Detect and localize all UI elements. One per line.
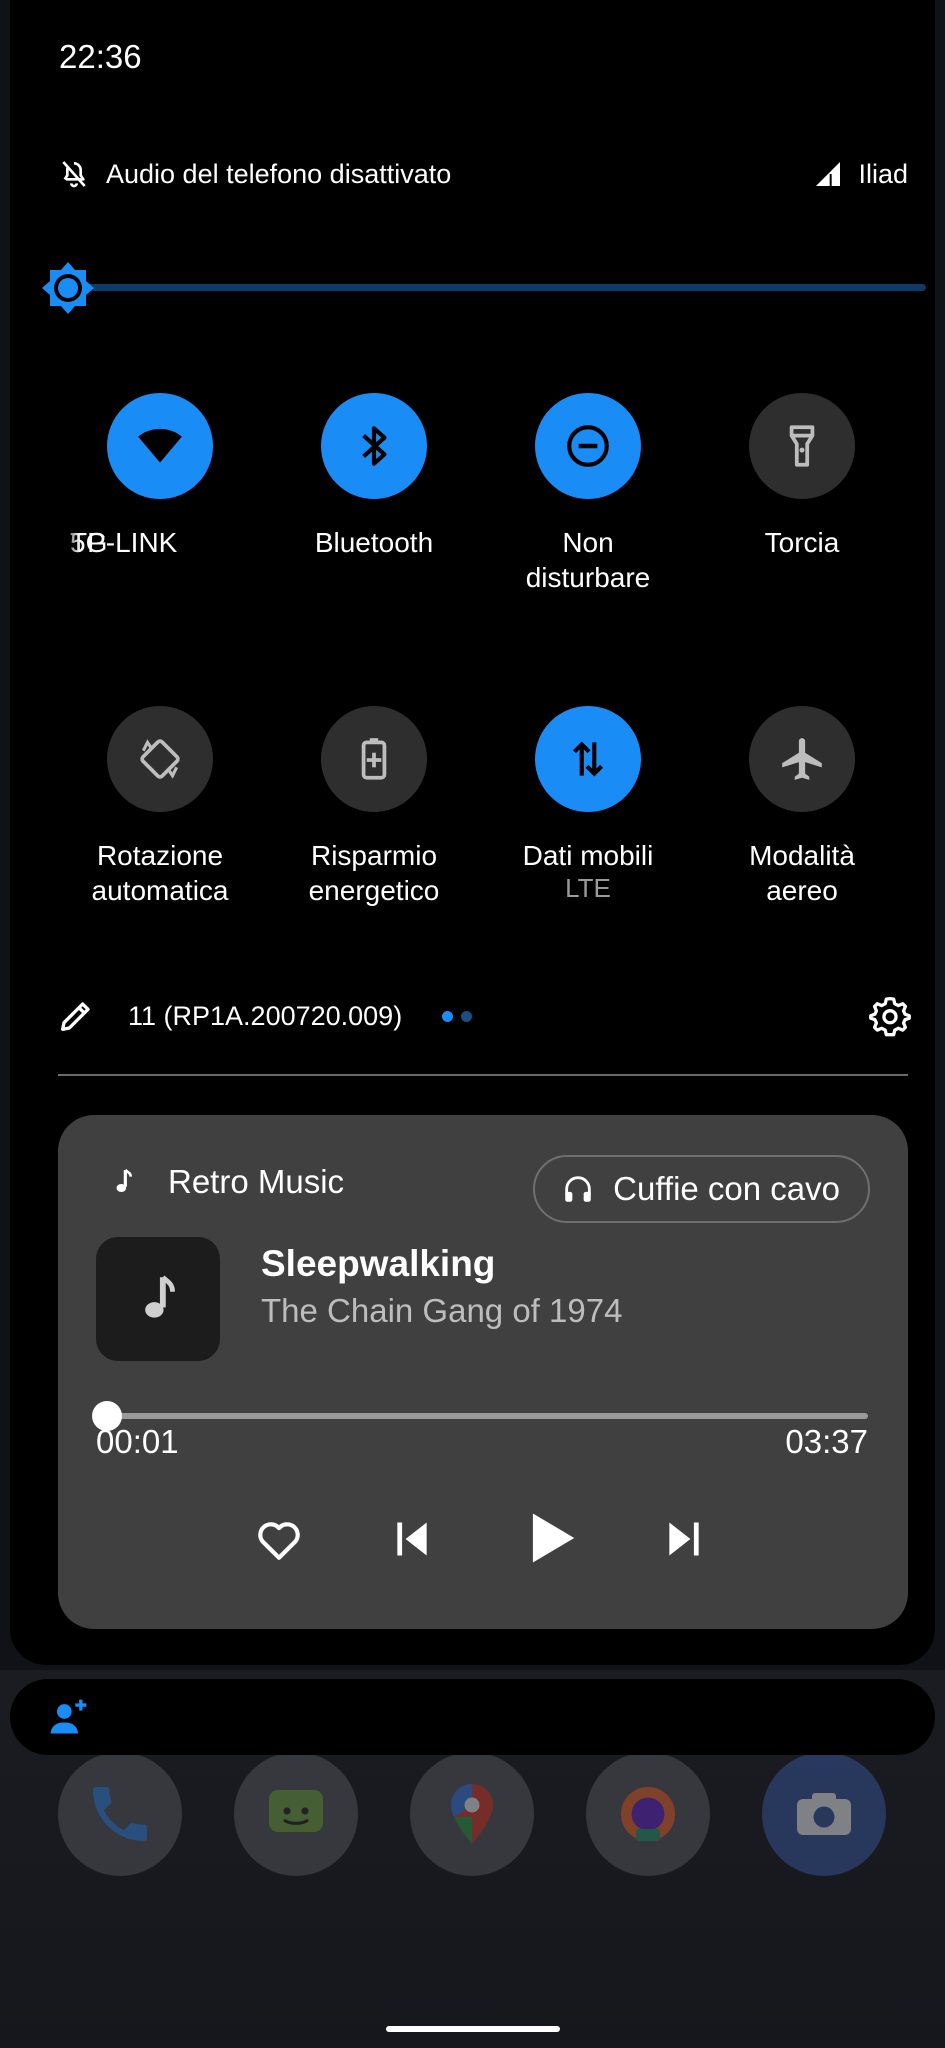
- tile-wifi-button[interactable]: [107, 393, 213, 499]
- tile-bluetooth-button[interactable]: [321, 393, 427, 499]
- add-user-icon[interactable]: [46, 1695, 90, 1739]
- build-number[interactable]: 11 (RP1A.200720.009): [128, 1001, 402, 1032]
- quick-settings-footer: 11 (RP1A.200720.009): [56, 990, 912, 1042]
- tile-auto-rotate[interactable]: Rotazione automatica: [60, 706, 260, 908]
- page-indicator: [442, 1010, 473, 1022]
- album-art: [96, 1237, 220, 1361]
- play-icon: [532, 1513, 575, 1563]
- ringer-status[interactable]: Audio del telefono disattivato: [58, 158, 451, 190]
- total-duration: 03:37: [785, 1423, 868, 1460]
- status-bar-time: 22:36: [59, 38, 142, 75]
- tile-auto-rotate-button[interactable]: [107, 706, 213, 812]
- carrier-indicator: Iliad: [812, 158, 908, 190]
- media-app-name: Retro Music: [168, 1163, 345, 1200]
- tile-mobile-data-label: Dati mobili: [522, 840, 654, 871]
- seekbar-track[interactable]: [100, 1413, 868, 1419]
- messages-app-icon[interactable]: [234, 1752, 358, 1876]
- media-output-chip[interactable]: Cuffie con cavo: [533, 1155, 870, 1223]
- media-output-label: Cuffie con cavo: [613, 1170, 840, 1207]
- next-button[interactable]: [662, 1517, 706, 1561]
- ringer-status-text: Audio del telefono disattivato: [106, 158, 452, 189]
- battery-saver-icon: [361, 738, 387, 780]
- flashlight-icon: [789, 425, 815, 467]
- song-title: Sleepwalking: [261, 1243, 496, 1284]
- maps-app-icon[interactable]: [410, 1752, 534, 1876]
- previous-button[interactable]: [390, 1517, 434, 1561]
- tile-do-not-disturb-button[interactable]: [535, 393, 641, 499]
- tile-wifi-label: 5G TP-LINK: [60, 525, 260, 560]
- camera-app-icon[interactable]: [762, 1752, 886, 1876]
- page-dot: [461, 1010, 473, 1022]
- music-note-icon: [116, 1169, 132, 1192]
- notification-footer-bar: [10, 1679, 935, 1755]
- bell-off-icon: [62, 161, 86, 188]
- heart-icon: [258, 1522, 300, 1560]
- phone-app-icon[interactable]: [58, 1752, 182, 1876]
- tile-airplane-mode[interactable]: Modalità aereo: [702, 706, 902, 908]
- tile-bluetooth-label: Bluetooth: [314, 527, 434, 558]
- firefox-beta-app-icon[interactable]: [586, 1752, 710, 1876]
- tile-flashlight[interactable]: Torcia: [702, 393, 902, 560]
- tile-battery-saver-label: Risparmio energetico: [308, 840, 440, 906]
- quick-settings-panel: 22:36 Audio del telefono disattivato Ili…: [10, 0, 935, 1665]
- pencil-edit-icon[interactable]: [56, 996, 96, 1036]
- wifi-network-name: TP-LINK: [70, 527, 178, 558]
- tile-mobile-data-sublabel: LTE: [565, 873, 611, 903]
- brightness-slider[interactable]: [40, 260, 926, 316]
- tile-bluetooth[interactable]: Bluetooth: [274, 393, 474, 560]
- media-seekbar[interactable]: [92, 1399, 868, 1433]
- footer-divider: [58, 1074, 908, 1076]
- tile-airplane-mode-label: Modalità aereo: [749, 840, 855, 906]
- tile-auto-rotate-label: Rotazione automatica: [91, 840, 229, 906]
- skip-previous-icon: [397, 1522, 427, 1556]
- gear-icon[interactable]: [868, 994, 912, 1038]
- media-player-card[interactable]: Retro Music Cuffie con cavo Sleepwalking…: [58, 1115, 908, 1629]
- gesture-navigation-handle[interactable]: [386, 2026, 560, 2032]
- tile-airplane-mode-button[interactable]: [749, 706, 855, 812]
- tile-battery-saver-button[interactable]: [321, 706, 427, 812]
- like-button[interactable]: [254, 1515, 304, 1565]
- album-art-music-note-icon: [145, 1275, 175, 1318]
- brightness-track[interactable]: [66, 284, 926, 291]
- wifi-icon: [138, 428, 182, 463]
- elapsed-time: 00:01: [96, 1423, 179, 1460]
- tile-flashlight-button[interactable]: [749, 393, 855, 499]
- bluetooth-icon: [362, 426, 387, 466]
- signal-strength-icon: [816, 162, 841, 186]
- carrier-name: Iliad: [858, 158, 908, 189]
- mobile-data-icon: [572, 741, 604, 777]
- media-controls: [58, 1495, 908, 1575]
- quick-settings-header: Audio del telefono disattivato Iliad: [58, 152, 908, 196]
- tile-flashlight-label: Torcia: [764, 527, 840, 558]
- song-artist: The Chain Gang of 1974: [261, 1292, 623, 1329]
- tile-battery-saver[interactable]: Risparmio energetico: [274, 706, 474, 908]
- skip-next-icon: [669, 1522, 699, 1556]
- do-not-disturb-icon: [567, 425, 609, 467]
- tile-wifi[interactable]: 5G TP-LINK: [60, 393, 260, 560]
- tile-do-not-disturb[interactable]: Non disturbare: [488, 393, 688, 595]
- tile-do-not-disturb-label: Non disturbare: [525, 527, 651, 593]
- tile-mobile-data[interactable]: Dati mobili LTE: [488, 706, 688, 903]
- headphones-icon: [565, 1176, 591, 1202]
- brightness-icon[interactable]: [40, 260, 96, 316]
- home-dock: [0, 1742, 945, 1876]
- auto-rotate-icon: [140, 739, 180, 779]
- tile-mobile-data-button[interactable]: [535, 706, 641, 812]
- airplane-icon: [782, 738, 822, 780]
- play-button[interactable]: [520, 1507, 582, 1569]
- media-app-header: Retro Music: [108, 1163, 344, 1201]
- page-dot-active: [442, 1010, 454, 1022]
